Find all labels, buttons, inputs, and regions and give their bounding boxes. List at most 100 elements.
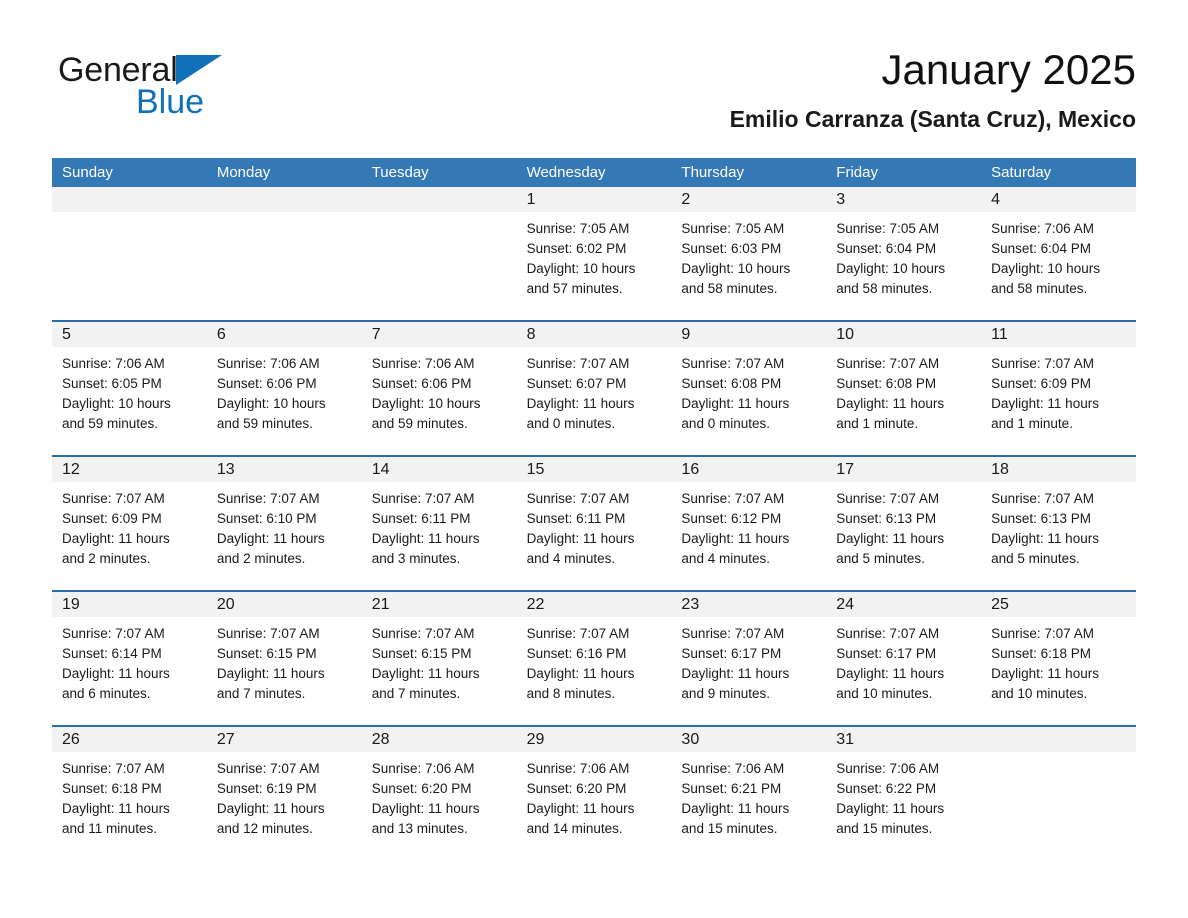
day-cell[interactable]: 26 Sunrise: 7:07 AM Sunset: 6:18 PM Dayligh… [52,727,207,860]
day-cell[interactable]: 5 Sunrise: 7:06 AM Sunset: 6:05 PM Daylight… [52,322,207,455]
day-number: 14 [371,461,390,478]
weekday-header-tuesday: Tuesday [371,164,429,181]
day-detail-line: Sunset: 6:11 PM [371,511,471,526]
day-details: Sunrise: 7:06 AM Sunset: 6:20 PM Daylight:… [372,752,507,839]
day-cell[interactable]: 13 Sunrise: 7:07 AM Sunset: 6:10 PM Dayligh… [206,457,362,590]
week-grid: 5 Sunrise: 7:06 AM Sunset: 6:05 PM Daylight… [52,322,1136,455]
day-cell[interactable]: 27 Sunrise: 7:07 AM Sunset: 6:19 PM Dayligh… [206,727,362,860]
day-detail-line: Sunrise: 7:07 AM [371,491,475,506]
day-detail-line: Daylight: 10 hours [216,396,326,411]
weekday-header-saturday: Saturday [991,164,1052,181]
day-detail-line: Sunrise: 7:05 AM [681,221,785,236]
day-number: 16 [681,461,700,478]
generalblue-logo[interactable]: General Blue [58,50,318,130]
day-cell[interactable]: 30 Sunrise: 7:06 AM Sunset: 6:21 PM Dayligh… [671,727,827,860]
day-detail-line: and 0 minutes. [681,416,770,431]
day-detail-line: Sunrise: 7:06 AM [526,761,630,776]
day-cell[interactable]: 20 Sunrise: 7:07 AM Sunset: 6:15 PM Dayligh… [206,592,362,725]
day-cell[interactable]: 2 Sunrise: 7:05 AM Sunset: 6:03 PM Daylight… [671,187,827,320]
day-cell[interactable]: 16 Sunrise: 7:07 AM Sunset: 6:12 PM Dayligh… [671,457,827,590]
day-detail-line: Daylight: 11 hours [526,801,635,816]
day-detail-line: and 13 minutes. [371,821,468,836]
day-detail-line: Sunrise: 7:06 AM [371,761,475,776]
calendar-week-row: 26 Sunrise: 7:07 AM Sunset: 6:18 PM Dayligh… [52,725,1136,860]
day-cell[interactable]: 3 Sunrise: 7:05 AM Sunset: 6:04 PM Daylight… [826,187,982,320]
day-cell[interactable]: 25 Sunrise: 7:07 AM Sunset: 6:18 PM Dayligh… [981,592,1136,725]
day-cell[interactable]: 8 Sunrise: 7:07 AM Sunset: 6:07 PM Daylight… [516,322,672,455]
day-cell[interactable]: 4 Sunrise: 7:06 AM Sunset: 6:04 PM Daylight… [981,187,1136,320]
day-number: 13 [216,461,235,478]
day-detail-line: Sunset: 6:20 PM [526,781,627,796]
day-cell[interactable]: 17 Sunrise: 7:07 AM Sunset: 6:13 PM Dayligh… [826,457,982,590]
day-detail-line: Daylight: 11 hours [216,801,325,816]
day-detail-line: Daylight: 11 hours [526,666,635,681]
day-details [217,212,352,219]
day-cell[interactable]: 12 Sunrise: 7:07 AM Sunset: 6:09 PM Dayligh… [52,457,207,590]
day-detail-line: Daylight: 11 hours [991,666,1099,681]
day-detail-line: Sunset: 6:13 PM [991,511,1091,526]
day-number: 29 [526,731,545,748]
day-detail-line: Daylight: 11 hours [62,531,170,546]
day-detail-line: Daylight: 11 hours [681,666,790,681]
day-detail-line: Daylight: 11 hours [371,531,480,546]
day-detail-line: and 14 minutes. [526,821,623,836]
day-cell[interactable]: 31 Sunrise: 7:06 AM Sunset: 6:22 PM Dayligh… [826,727,982,860]
day-cell[interactable]: 24 Sunrise: 7:07 AM Sunset: 6:17 PM Dayligh… [826,592,982,725]
day-cell[interactable]: 22 Sunrise: 7:07 AM Sunset: 6:16 PM Dayligh… [516,592,672,725]
day-details: Sunrise: 7:07 AM Sunset: 6:09 PM Daylight:… [991,347,1126,434]
day-detail-line: Sunrise: 7:07 AM [991,356,1094,371]
day-detail-line: Sunset: 6:15 PM [216,646,317,661]
day-cell[interactable]: 23 Sunrise: 7:07 AM Sunset: 6:17 PM Dayligh… [671,592,827,725]
day-details: Sunrise: 7:07 AM Sunset: 6:18 PM Daylight:… [62,752,197,839]
day-detail-line: Daylight: 11 hours [371,801,480,816]
day-cell[interactable]: 29 Sunrise: 7:06 AM Sunset: 6:20 PM Dayligh… [516,727,672,860]
day-cell[interactable]: 7 Sunrise: 7:06 AM Sunset: 6:06 PM Daylight… [361,322,517,455]
day-detail-line: Sunrise: 7:07 AM [62,761,165,776]
day-detail-line: Sunset: 6:17 PM [836,646,937,661]
day-detail-line: and 57 minutes. [526,281,623,296]
day-cell[interactable]: 19 Sunrise: 7:07 AM Sunset: 6:14 PM Dayligh… [52,592,207,725]
day-detail-line: Sunrise: 7:07 AM [62,626,165,641]
day-detail-line: Daylight: 11 hours [836,801,945,816]
day-detail-line: and 0 minutes. [526,416,616,431]
day-detail-line: Sunset: 6:15 PM [371,646,472,661]
day-number: 2 [681,191,691,208]
day-detail-line: and 58 minutes. [681,281,778,296]
day-detail-line: Daylight: 11 hours [62,801,170,816]
day-cell[interactable]: 18 Sunrise: 7:07 AM Sunset: 6:13 PM Dayligh… [981,457,1136,590]
day-cell[interactable]: 1 Sunrise: 7:05 AM Sunset: 6:02 PM Daylight… [516,187,672,320]
day-details: Sunrise: 7:07 AM Sunset: 6:15 PM Daylight:… [372,617,507,704]
day-details: Sunrise: 7:07 AM Sunset: 6:07 PM Daylight:… [527,347,662,434]
day-detail-line: Sunrise: 7:07 AM [681,356,785,371]
day-detail-line: and 1 minute. [991,416,1073,431]
day-details: Sunrise: 7:07 AM Sunset: 6:08 PM Daylight:… [681,347,816,434]
day-cell[interactable]: 9 Sunrise: 7:07 AM Sunset: 6:08 PM Daylight… [671,322,827,455]
day-cell-empty [361,187,517,320]
day-cell[interactable]: 6 Sunrise: 7:06 AM Sunset: 6:06 PM Daylight… [206,322,362,455]
day-detail-line: Sunrise: 7:07 AM [526,626,630,641]
day-cell[interactable]: 10 Sunrise: 7:07 AM Sunset: 6:08 PM Dayligh… [826,322,982,455]
day-detail-line: Daylight: 10 hours [991,261,1100,276]
weekday-header-sunday: Sunday [62,164,113,181]
day-detail-line: Sunset: 6:14 PM [62,646,162,661]
day-detail-line: and 10 minutes. [836,686,933,701]
day-cell[interactable]: 28 Sunrise: 7:06 AM Sunset: 6:20 PM Dayligh… [361,727,517,860]
day-cell[interactable]: 15 Sunrise: 7:07 AM Sunset: 6:11 PM Dayligh… [516,457,672,590]
day-detail-line: Sunset: 6:02 PM [526,241,627,256]
day-cell[interactable]: 11 Sunrise: 7:07 AM Sunset: 6:09 PM Dayligh… [981,322,1136,455]
day-details: Sunrise: 7:06 AM Sunset: 6:05 PM Daylight:… [62,347,197,434]
day-number: 3 [836,191,846,208]
weekday-header-thursday: Thursday [681,164,744,181]
day-details: Sunrise: 7:05 AM Sunset: 6:04 PM Daylight:… [836,212,971,299]
day-detail-line: Sunset: 6:18 PM [991,646,1091,661]
day-number: 8 [526,326,536,343]
day-number: 31 [836,731,855,748]
day-detail-line: and 7 minutes. [216,686,306,701]
day-detail-line: Sunset: 6:19 PM [216,781,317,796]
day-detail-line: Sunset: 6:06 PM [216,376,317,391]
day-details: Sunrise: 7:07 AM Sunset: 6:13 PM Daylight:… [991,482,1126,569]
day-cell[interactable]: 14 Sunrise: 7:07 AM Sunset: 6:11 PM Dayligh… [361,457,517,590]
day-details: Sunrise: 7:07 AM Sunset: 6:17 PM Daylight:… [681,617,816,704]
day-detail-line: Daylight: 11 hours [681,801,790,816]
day-cell[interactable]: 21 Sunrise: 7:07 AM Sunset: 6:15 PM Dayligh… [361,592,517,725]
